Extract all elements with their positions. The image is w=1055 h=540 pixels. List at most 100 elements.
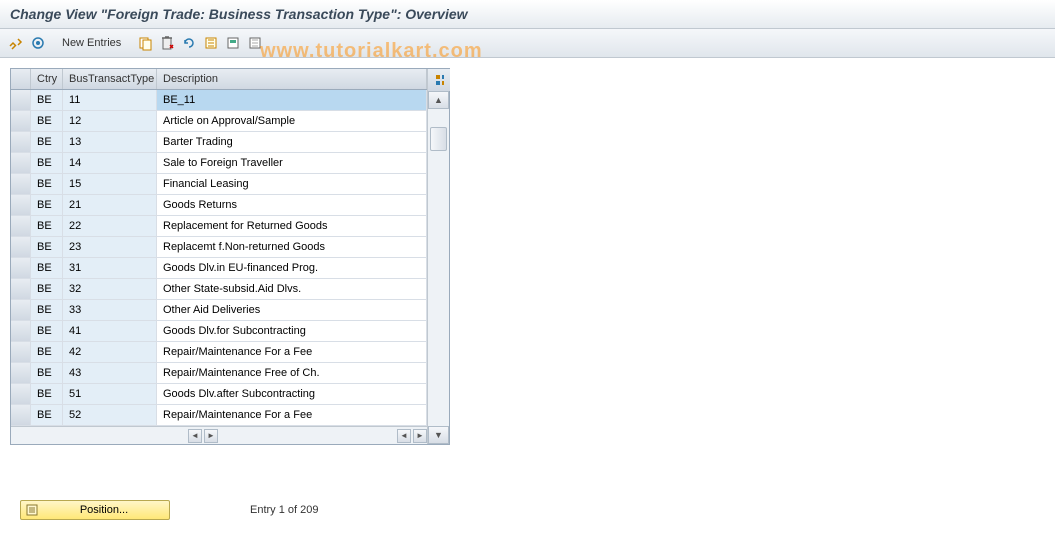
row-selector[interactable] [11, 90, 31, 110]
table-row[interactable]: BE33Other Aid Deliveries [11, 300, 427, 321]
select-block-icon[interactable] [223, 33, 243, 53]
table-row[interactable]: BE21Goods Returns [11, 195, 427, 216]
table-row[interactable]: BE15Financial Leasing [11, 174, 427, 195]
cell-desc[interactable]: Repair/Maintenance Free of Ch. [157, 363, 427, 383]
column-header-desc[interactable]: Description [157, 69, 427, 89]
row-selector[interactable] [11, 216, 31, 236]
row-selector-header[interactable] [11, 69, 31, 89]
cell-btt[interactable]: 11 [63, 90, 157, 110]
undo-change-icon[interactable] [179, 33, 199, 53]
configure-columns-icon[interactable] [428, 69, 450, 91]
cell-desc[interactable]: Other State-subsid.Aid Dlvs. [157, 279, 427, 299]
cell-btt[interactable]: 43 [63, 363, 157, 383]
cell-ctry[interactable]: BE [31, 90, 63, 110]
column-header-btt[interactable]: BusTransactType [63, 69, 157, 89]
row-selector[interactable] [11, 258, 31, 278]
cell-ctry[interactable]: BE [31, 342, 63, 362]
table-row[interactable]: BE11BE_11 [11, 90, 427, 111]
row-selector[interactable] [11, 384, 31, 404]
table-row[interactable]: BE51Goods Dlv.after Subcontracting [11, 384, 427, 405]
table-row[interactable]: BE31Goods Dlv.in EU-financed Prog. [11, 258, 427, 279]
cell-desc[interactable]: Replacement for Returned Goods [157, 216, 427, 236]
cell-ctry[interactable]: BE [31, 363, 63, 383]
table-row[interactable]: BE42Repair/Maintenance For a Fee [11, 342, 427, 363]
table-row[interactable]: BE52Repair/Maintenance For a Fee [11, 405, 427, 426]
table-row[interactable]: BE43Repair/Maintenance Free of Ch. [11, 363, 427, 384]
cell-btt[interactable]: 33 [63, 300, 157, 320]
cell-btt[interactable]: 31 [63, 258, 157, 278]
table-row[interactable]: BE23Replacemt f.Non-returned Goods [11, 237, 427, 258]
cell-btt[interactable]: 22 [63, 216, 157, 236]
cell-ctry[interactable]: BE [31, 258, 63, 278]
cell-btt[interactable]: 21 [63, 195, 157, 215]
cell-ctry[interactable]: BE [31, 237, 63, 257]
cell-ctry[interactable]: BE [31, 300, 63, 320]
row-selector[interactable] [11, 321, 31, 341]
cell-btt[interactable]: 51 [63, 384, 157, 404]
new-entries-button[interactable]: New Entries [54, 35, 129, 51]
cell-desc[interactable]: Other Aid Deliveries [157, 300, 427, 320]
other-view-icon[interactable] [28, 33, 48, 53]
scroll-left-end-button[interactable]: ◄ [397, 429, 411, 443]
row-selector[interactable] [11, 300, 31, 320]
scroll-left-button[interactable]: ◄ [188, 429, 202, 443]
row-selector[interactable] [11, 237, 31, 257]
cell-desc[interactable]: Goods Dlv.after Subcontracting [157, 384, 427, 404]
delete-icon[interactable] [157, 33, 177, 53]
row-selector[interactable] [11, 342, 31, 362]
cell-btt[interactable]: 52 [63, 405, 157, 425]
scroll-down-button[interactable]: ▼ [428, 426, 449, 444]
scroll-right-button[interactable]: ► [204, 429, 218, 443]
cell-desc[interactable]: Sale to Foreign Traveller [157, 153, 427, 173]
deselect-all-icon[interactable] [245, 33, 265, 53]
table-row[interactable]: BE41Goods Dlv.for Subcontracting [11, 321, 427, 342]
cell-desc[interactable]: Repair/Maintenance For a Fee [157, 342, 427, 362]
row-selector[interactable] [11, 174, 31, 194]
cell-ctry[interactable]: BE [31, 132, 63, 152]
cell-desc[interactable]: Goods Dlv.for Subcontracting [157, 321, 427, 341]
cell-desc[interactable]: Replacemt f.Non-returned Goods [157, 237, 427, 257]
cell-ctry[interactable]: BE [31, 195, 63, 215]
cell-desc[interactable]: Barter Trading [157, 132, 427, 152]
cell-ctry[interactable]: BE [31, 111, 63, 131]
cell-btt[interactable]: 15 [63, 174, 157, 194]
table-row[interactable]: BE22Replacement for Returned Goods [11, 216, 427, 237]
position-button[interactable]: Position... [20, 500, 170, 520]
scroll-thumb[interactable] [430, 127, 447, 151]
cell-ctry[interactable]: BE [31, 384, 63, 404]
cell-ctry[interactable]: BE [31, 279, 63, 299]
table-row[interactable]: BE32Other State-subsid.Aid Dlvs. [11, 279, 427, 300]
cell-ctry[interactable]: BE [31, 153, 63, 173]
row-selector[interactable] [11, 195, 31, 215]
copy-as-icon[interactable] [135, 33, 155, 53]
row-selector[interactable] [11, 279, 31, 299]
cell-ctry[interactable]: BE [31, 174, 63, 194]
cell-ctry[interactable]: BE [31, 216, 63, 236]
select-all-icon[interactable] [201, 33, 221, 53]
row-selector[interactable] [11, 111, 31, 131]
cell-desc[interactable]: BE_11 [157, 90, 427, 110]
cell-btt[interactable]: 12 [63, 111, 157, 131]
row-selector[interactable] [11, 363, 31, 383]
cell-btt[interactable]: 23 [63, 237, 157, 257]
scroll-right-end-button[interactable]: ► [413, 429, 427, 443]
vertical-scrollbar[interactable]: ▲ ▼ [427, 69, 449, 444]
row-selector[interactable] [11, 153, 31, 173]
cell-ctry[interactable]: BE [31, 405, 63, 425]
cell-btt[interactable]: 42 [63, 342, 157, 362]
row-selector[interactable] [11, 405, 31, 425]
table-row[interactable]: BE13Barter Trading [11, 132, 427, 153]
scroll-up-button[interactable]: ▲ [428, 91, 449, 109]
horizontal-scrollbar[interactable]: ◄ ► ◄ ► [11, 426, 427, 444]
cell-desc[interactable]: Repair/Maintenance For a Fee [157, 405, 427, 425]
row-selector[interactable] [11, 132, 31, 152]
scroll-track[interactable] [428, 109, 449, 426]
cell-desc[interactable]: Financial Leasing [157, 174, 427, 194]
table-row[interactable]: BE14Sale to Foreign Traveller [11, 153, 427, 174]
toggle-display-change-icon[interactable] [6, 33, 26, 53]
table-row[interactable]: BE12Article on Approval/Sample [11, 111, 427, 132]
column-header-ctry[interactable]: Ctry [31, 69, 63, 89]
cell-btt[interactable]: 14 [63, 153, 157, 173]
cell-desc[interactable]: Goods Returns [157, 195, 427, 215]
cell-ctry[interactable]: BE [31, 321, 63, 341]
